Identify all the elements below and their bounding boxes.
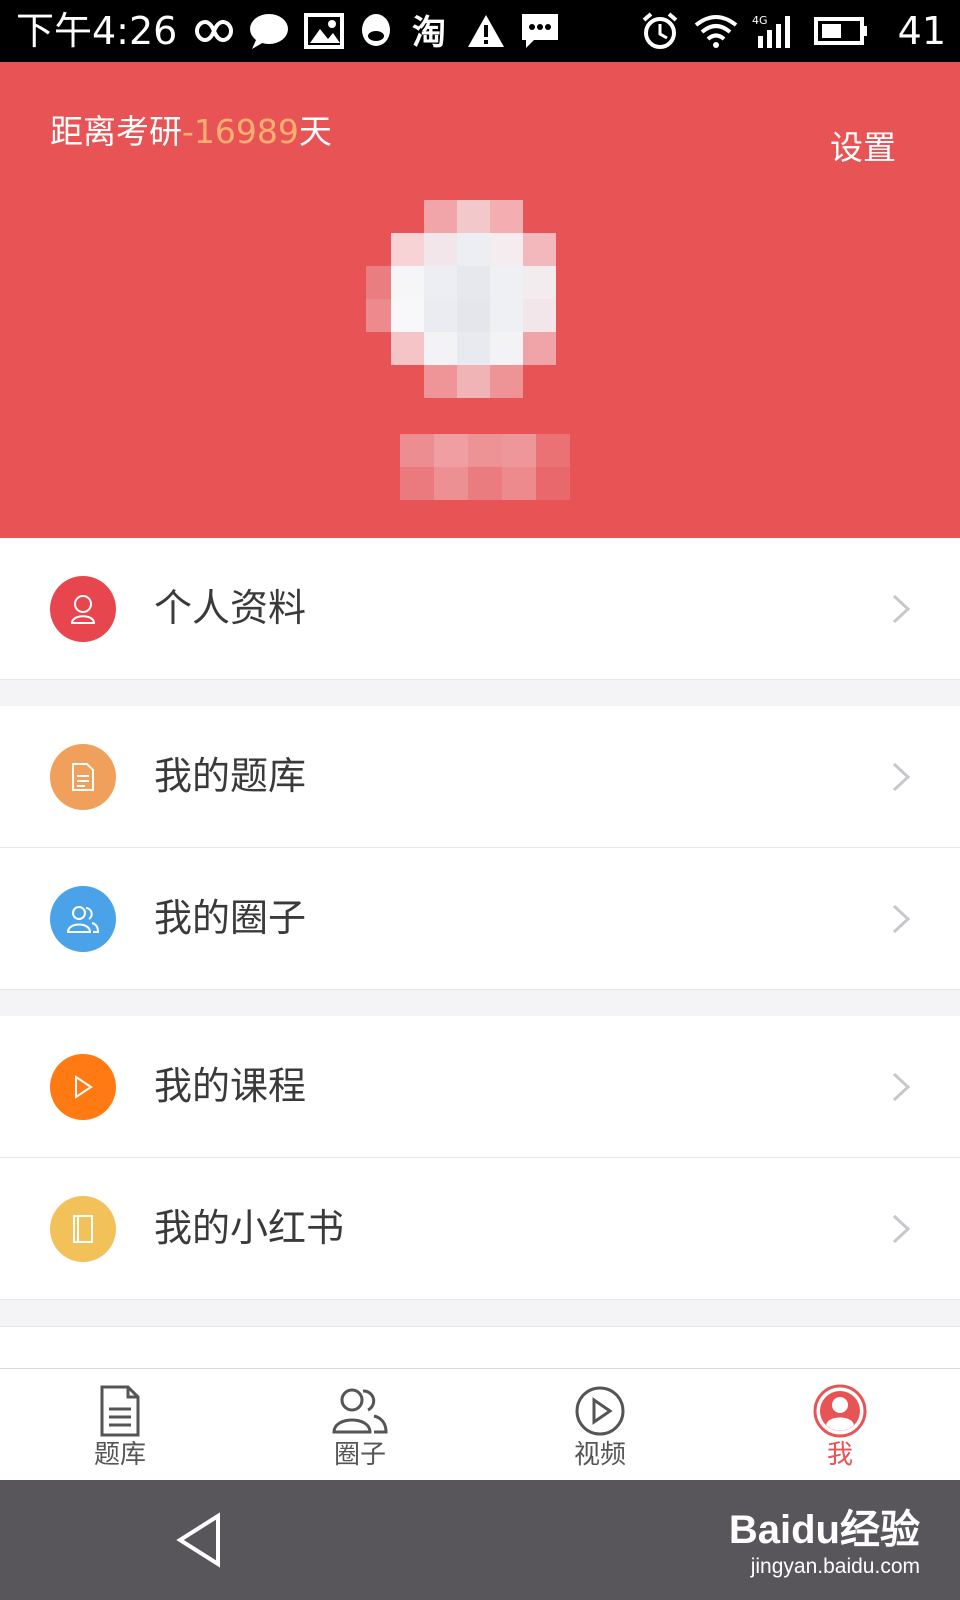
tab-circles[interactable]: 圈子 xyxy=(240,1369,480,1481)
group-icon xyxy=(50,886,116,952)
username-mosaic xyxy=(400,434,570,500)
taobao-icon: 淘 xyxy=(410,10,452,52)
settings-button[interactable]: 设置 xyxy=(830,128,896,168)
status-time: 下午4:26 xyxy=(16,9,178,53)
watermark-logo: Baidu经验 xyxy=(728,1508,920,1552)
tab-label: 视频 xyxy=(573,1440,626,1470)
avatar[interactable] xyxy=(366,200,590,466)
menu-item-partial xyxy=(0,1326,960,1368)
countdown-suffix: 天 xyxy=(298,112,332,151)
chevron-right-icon xyxy=(892,1072,911,1102)
tab-video[interactable]: 视频 xyxy=(480,1369,720,1481)
chevron-right-icon xyxy=(892,904,911,934)
divider xyxy=(0,989,960,990)
chevron-right-icon xyxy=(892,1214,911,1244)
menu-item-profile[interactable]: 个人资料 xyxy=(0,538,960,680)
document-icon xyxy=(98,1383,142,1439)
warning-icon xyxy=(466,10,506,52)
group-icon xyxy=(330,1383,390,1439)
exam-countdown: 距离考研-16989天 xyxy=(50,112,332,152)
play-circle-icon xyxy=(574,1383,626,1439)
chevron-right-icon xyxy=(892,762,911,792)
qq-icon xyxy=(358,10,394,52)
menu-item-label: 我的课程 xyxy=(154,1064,307,1108)
menu-item-notebook[interactable]: 我的小红书 xyxy=(0,1158,960,1300)
chevron-right-icon xyxy=(892,594,911,624)
book-icon xyxy=(50,1196,116,1262)
countdown-days: -16989 xyxy=(182,112,299,151)
tab-question-bank[interactable]: 题库 xyxy=(0,1369,240,1481)
system-nav-bar: Baidu经验 jingyan.baidu.com xyxy=(0,1480,960,1600)
svg-text:4G: 4G xyxy=(752,14,768,27)
divider xyxy=(0,1299,960,1300)
battery-level: 41 xyxy=(897,9,946,53)
tab-label: 我 xyxy=(826,1440,853,1470)
menu-item-label: 我的圈子 xyxy=(154,896,307,940)
signal-4g-icon: 4G xyxy=(752,10,798,52)
infinity-icon xyxy=(184,10,236,52)
menu-item-label: 个人资料 xyxy=(154,586,307,630)
play-icon xyxy=(50,1054,116,1120)
menu-item-circles[interactable]: 我的圈子 xyxy=(0,848,960,990)
tab-label: 题库 xyxy=(93,1440,146,1470)
chat-bubble-icon xyxy=(248,10,290,52)
watermark: Baidu经验 jingyan.baidu.com xyxy=(729,1506,920,1580)
back-icon[interactable] xyxy=(174,1512,224,1568)
profile-header: 距离考研-16989天 设置 xyxy=(0,62,960,538)
person-icon xyxy=(50,576,116,642)
battery-icon xyxy=(814,10,870,52)
menu-item-courses[interactable]: 我的课程 xyxy=(0,1016,960,1158)
svg-text:淘: 淘 xyxy=(412,13,446,50)
menu-item-label: 我的题库 xyxy=(154,754,307,798)
tab-me[interactable]: 我 xyxy=(720,1369,960,1481)
document-icon xyxy=(50,744,116,810)
divider xyxy=(0,679,960,680)
user-avatar-icon xyxy=(812,1383,868,1439)
countdown-prefix: 距离考研 xyxy=(50,112,182,151)
watermark-url: jingyan.baidu.com xyxy=(750,1555,920,1578)
image-icon xyxy=(304,10,344,52)
wifi-icon xyxy=(694,10,738,52)
menu-item-question-bank[interactable]: 我的题库 xyxy=(0,706,960,848)
menu-item-label: 我的小红书 xyxy=(154,1206,345,1250)
tab-label: 圈子 xyxy=(333,1440,386,1470)
tab-bar: 题库 圈子 视频 我 xyxy=(0,1368,960,1480)
alarm-icon xyxy=(640,10,680,52)
status-bar: 下午4:26 淘 4G 41 xyxy=(0,0,960,62)
sms-icon xyxy=(520,10,560,52)
